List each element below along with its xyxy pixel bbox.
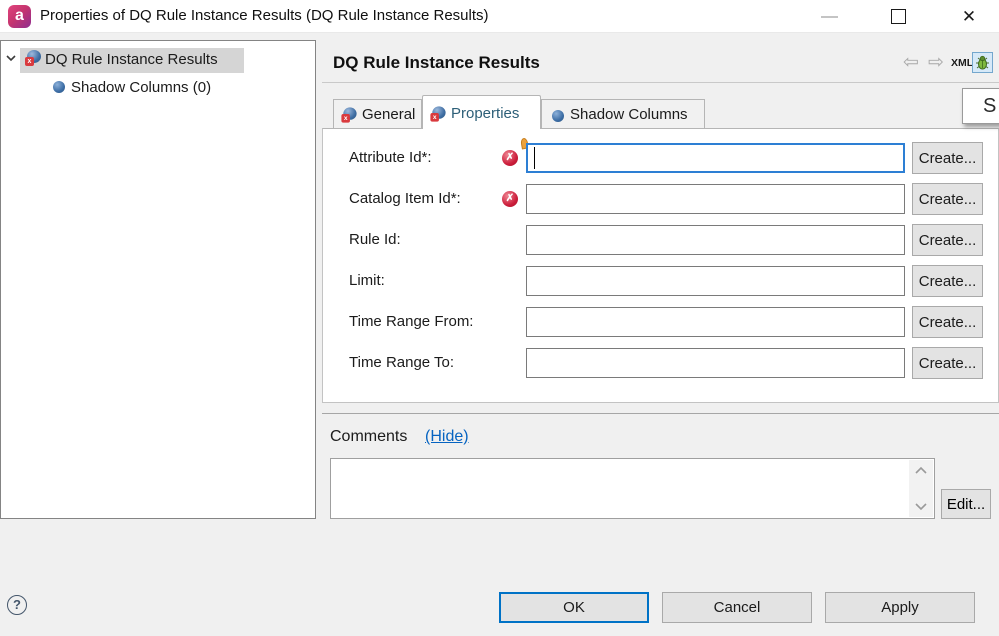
minimize-icon [821, 16, 838, 18]
field-row-limit: Limit: Create... [323, 266, 999, 297]
close-button[interactable]: ✕ [946, 0, 992, 33]
edit-button[interactable]: Edit... [941, 489, 991, 519]
rule-id-input[interactable] [526, 225, 905, 255]
object-tree-panel: x DQ Rule Instance Results Shadow Column… [0, 40, 316, 519]
close-icon: ✕ [962, 7, 976, 26]
comments-hide-link[interactable]: (Hide) [425, 428, 469, 446]
debug-bug-icon[interactable] [972, 52, 993, 73]
text-caret [534, 147, 535, 169]
app-logo-icon: a [8, 5, 31, 28]
general-tab-icon: x [341, 107, 356, 122]
scroll-down-icon[interactable] [913, 498, 929, 514]
tree-item-shadow-columns[interactable]: Shadow Columns (0) [71, 79, 211, 96]
create-button[interactable]: Create... [912, 142, 983, 174]
limit-input[interactable] [526, 266, 905, 296]
create-button[interactable]: Create... [912, 347, 983, 379]
header-divider [322, 82, 999, 83]
field-row-attribute-id: Attribute Id*: ✗ Create... [323, 143, 999, 174]
create-button[interactable]: Create... [912, 183, 983, 215]
create-button[interactable]: Create... [912, 265, 983, 297]
ok-button[interactable]: OK [499, 592, 649, 623]
attribute-id-input[interactable] [526, 143, 905, 173]
section-divider [322, 413, 999, 414]
tab-general[interactable]: x General [333, 99, 422, 129]
error-icon: ✗ [502, 191, 518, 207]
tree-item-dq-rule-instance-results[interactable]: DQ Rule Instance Results [45, 51, 218, 68]
back-arrow-icon[interactable]: ⇦ [903, 51, 919, 74]
field-row-catalog-item-id: Catalog Item Id*: ✗ Create... [323, 184, 999, 215]
maximize-button[interactable] [876, 0, 922, 33]
xml-view-button[interactable]: XML [951, 57, 973, 69]
help-button[interactable]: ? [7, 595, 27, 615]
field-row-time-range-from: Time Range From: Create... [323, 307, 999, 338]
properties-form: Attribute Id*: ✗ Create... Catalog Item … [322, 128, 999, 403]
forward-arrow-icon[interactable]: ⇨ [928, 51, 944, 74]
minimize-button[interactable] [806, 0, 852, 33]
create-button[interactable]: Create... [912, 306, 983, 338]
scroll-up-icon[interactable] [913, 463, 929, 479]
window-title: Properties of DQ Rule Instance Results (… [40, 7, 489, 24]
tab-shadow-columns[interactable]: Shadow Columns [541, 99, 705, 129]
error-icon: ✗ [502, 150, 518, 166]
catalog-item-id-input[interactable] [526, 184, 905, 214]
time-range-to-label: Time Range To: [349, 354, 454, 371]
comments-textarea[interactable] [330, 458, 935, 519]
properties-tab-icon: x [430, 106, 445, 121]
attribute-id-label: Attribute Id*: [349, 149, 432, 166]
time-range-from-label: Time Range From: [349, 313, 473, 330]
dq-rule-instance-icon: x [25, 50, 41, 66]
create-button[interactable]: Create... [912, 224, 983, 256]
shadow-columns-icon [53, 81, 65, 93]
comments-label: Comments [330, 428, 407, 446]
cancel-button[interactable]: Cancel [662, 592, 812, 623]
shadow-columns-tab-icon [552, 110, 564, 122]
apply-button[interactable]: Apply [825, 592, 975, 623]
tooltip-fragment: S [962, 88, 999, 124]
comments-scrollbar[interactable] [909, 460, 933, 517]
panel-title: DQ Rule Instance Results [333, 53, 540, 73]
chevron-down-icon[interactable] [4, 51, 18, 65]
maximize-icon [891, 9, 906, 24]
catalog-item-id-label: Catalog Item Id*: [349, 190, 461, 207]
time-range-from-input[interactable] [526, 307, 905, 337]
tab-properties[interactable]: x Properties [422, 95, 541, 129]
field-row-rule-id: Rule Id: Create... [323, 225, 999, 256]
properties-dialog-window: a Properties of DQ Rule Instance Results… [0, 0, 999, 636]
rule-id-label: Rule Id: [349, 231, 401, 248]
field-row-time-range-to: Time Range To: Create... [323, 348, 999, 379]
limit-label: Limit: [349, 272, 385, 289]
title-bar: a Properties of DQ Rule Instance Results… [0, 0, 999, 33]
time-range-to-input[interactable] [526, 348, 905, 378]
